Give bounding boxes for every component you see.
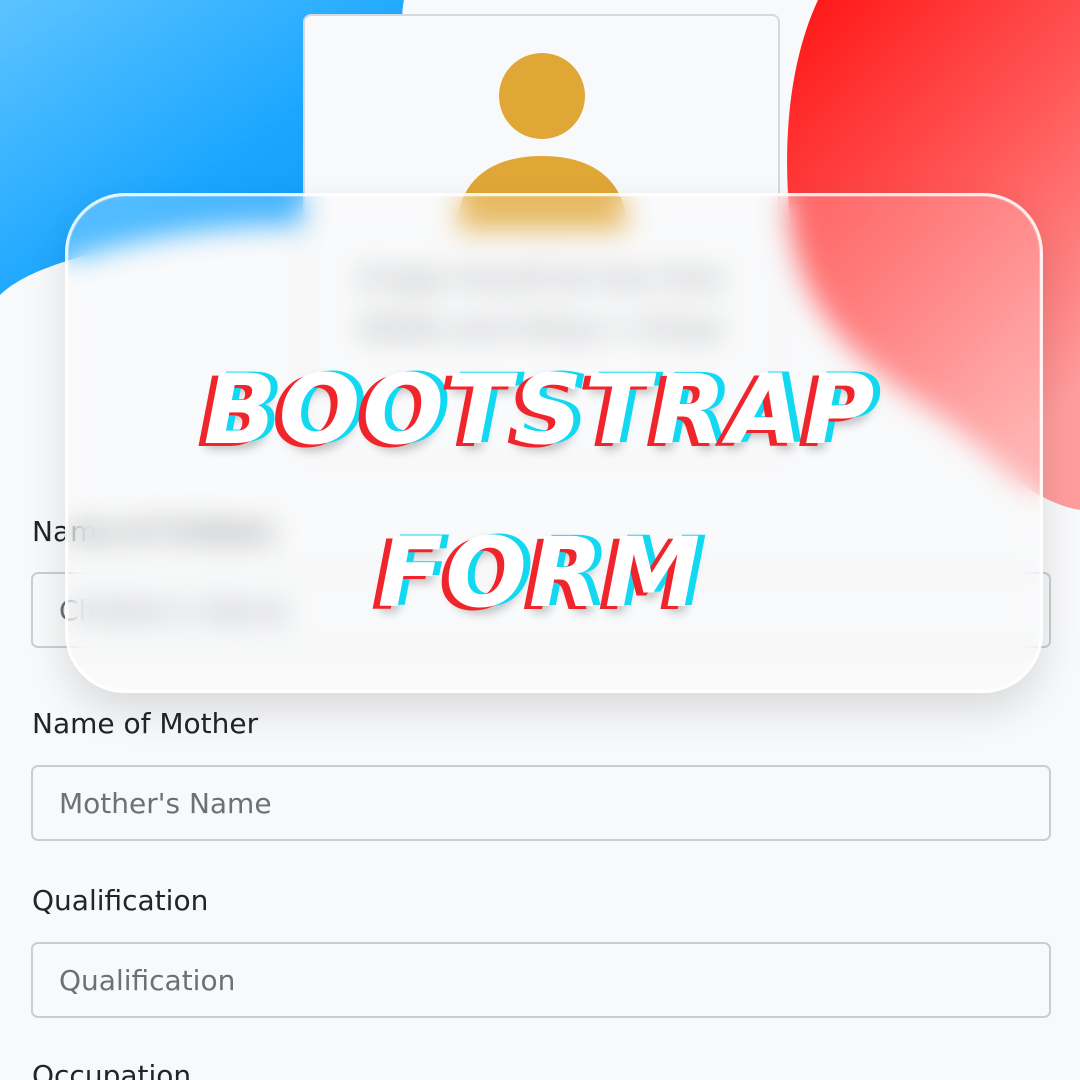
headline-line-1: BOOTSTRAP (203, 354, 877, 466)
mother-name-label: Name of Mother (32, 707, 259, 740)
headline-line-2: FORM (377, 517, 703, 629)
mother-name-input[interactable] (31, 765, 1051, 841)
qualification-label: Qualification (32, 884, 209, 917)
promo-canvas: Image should be less than 500kb and 441p… (0, 0, 1080, 1080)
occupation-label: Occupation (32, 1059, 192, 1080)
qualification-input[interactable] (31, 942, 1051, 1018)
